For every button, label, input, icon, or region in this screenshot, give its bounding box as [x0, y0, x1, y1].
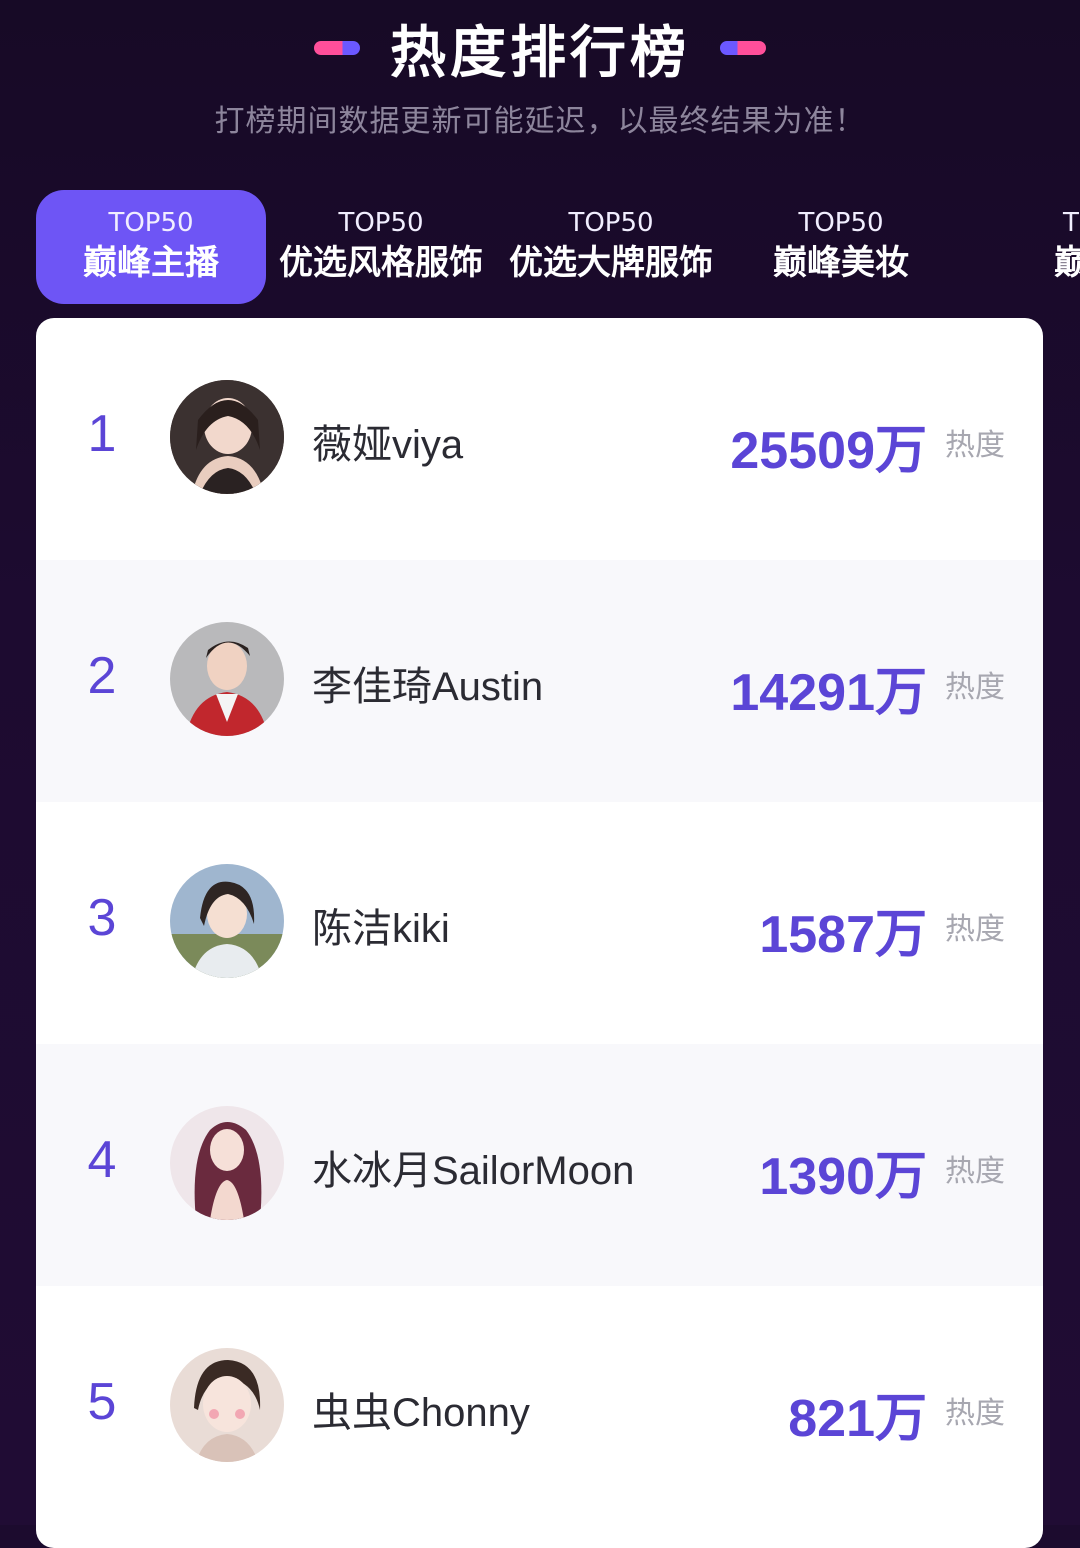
- tab-next-cut-off[interactable]: T 巅: [956, 190, 1080, 304]
- streamer-name: 水冰月SailorMoon: [312, 1149, 635, 1193]
- streamer-name: 薇娅viya: [312, 423, 464, 467]
- tab-top-label: T: [1063, 208, 1079, 238]
- header: 热度排行榜 打榜期间数据更新可能延迟，以最终结果为准！: [0, 0, 1080, 180]
- heat-score: 821万: [788, 1390, 927, 1448]
- avatar[interactable]: [170, 622, 284, 736]
- ranking-card: 1 薇娅viya 25509万 热度 2 李佳琦Austin 14291万 热度…: [36, 318, 1043, 1548]
- title-row: 热度排行榜: [0, 12, 1080, 86]
- rank-number: 4: [87, 1131, 117, 1189]
- tab-top-label: TOP50: [568, 208, 654, 238]
- avatar-image: [170, 1348, 284, 1462]
- ranking-page: 热度排行榜 打榜期间数据更新可能延迟，以最终结果为准！ TOP50 巅峰主播 T…: [0, 0, 1080, 1548]
- heat-label: 热度: [945, 912, 1005, 947]
- tab-label: 优选大牌服饰: [509, 243, 713, 283]
- rank-number: 5: [87, 1373, 117, 1431]
- ranking-row[interactable]: 4 水冰月SailorMoon 1390万 热度: [36, 1044, 1043, 1286]
- avatar-image: [170, 864, 284, 978]
- tab-top-label: TOP50: [798, 208, 884, 238]
- tab-label: 巅峰主播: [83, 243, 219, 283]
- heat-label: 热度: [945, 1396, 1005, 1431]
- heat-score: 14291万: [730, 664, 927, 722]
- category-tabs: TOP50 巅峰主播 TOP50 优选风格服饰 TOP50 优选大牌服饰 TOP…: [36, 190, 1080, 306]
- rank-number: 2: [87, 647, 117, 705]
- ranking-row[interactable]: 1 薇娅viya 25509万 热度: [36, 318, 1043, 560]
- heat-score: 1587万: [759, 906, 927, 964]
- tab-label: 优选风格服饰: [279, 243, 483, 283]
- tab-brand-apparel[interactable]: TOP50 优选大牌服饰: [496, 190, 726, 304]
- rank-number: 3: [87, 889, 117, 947]
- avatar[interactable]: [170, 864, 284, 978]
- tab-label: 巅峰美妆: [773, 243, 909, 283]
- heat-label: 热度: [945, 670, 1005, 705]
- heat-score: 25509万: [730, 422, 927, 480]
- streamer-name: 虫虫Chonny: [312, 1391, 530, 1435]
- title-decoration-right: [720, 41, 766, 55]
- avatar[interactable]: [170, 380, 284, 494]
- tab-top-label: TOP50: [108, 208, 194, 238]
- streamer-name: 陈洁kiki: [312, 907, 450, 951]
- page-title: 热度排行榜: [390, 20, 690, 86]
- title-decoration-left: [314, 41, 360, 55]
- heat-label: 热度: [945, 1154, 1005, 1189]
- ranking-row[interactable]: 5 虫虫Chonny 821万 热度: [36, 1286, 1043, 1528]
- ranking-row[interactable]: 2 李佳琦Austin 14291万 热度: [36, 560, 1043, 802]
- avatar-image: [170, 1106, 284, 1220]
- streamer-name: 李佳琦Austin: [312, 665, 544, 709]
- page-subtitle: 打榜期间数据更新可能延迟，以最终结果为准！: [214, 104, 866, 139]
- rank-number: 1: [87, 405, 117, 463]
- tab-label: 巅: [1054, 243, 1080, 283]
- ranking-row[interactable]: 3 陈洁kiki 1587万 热度: [36, 802, 1043, 1044]
- tab-peak-beauty[interactable]: TOP50 巅峰美妆: [726, 190, 956, 304]
- heat-label: 热度: [945, 428, 1005, 463]
- tab-peak-streamer[interactable]: TOP50 巅峰主播: [36, 190, 266, 304]
- avatar[interactable]: [170, 1348, 284, 1462]
- avatar[interactable]: [170, 1106, 284, 1220]
- tab-top-label: TOP50: [338, 208, 424, 238]
- tab-style-apparel[interactable]: TOP50 优选风格服饰: [266, 190, 496, 304]
- heat-score: 1390万: [759, 1148, 927, 1206]
- avatar-image: [170, 380, 284, 494]
- avatar-image: [170, 622, 284, 736]
